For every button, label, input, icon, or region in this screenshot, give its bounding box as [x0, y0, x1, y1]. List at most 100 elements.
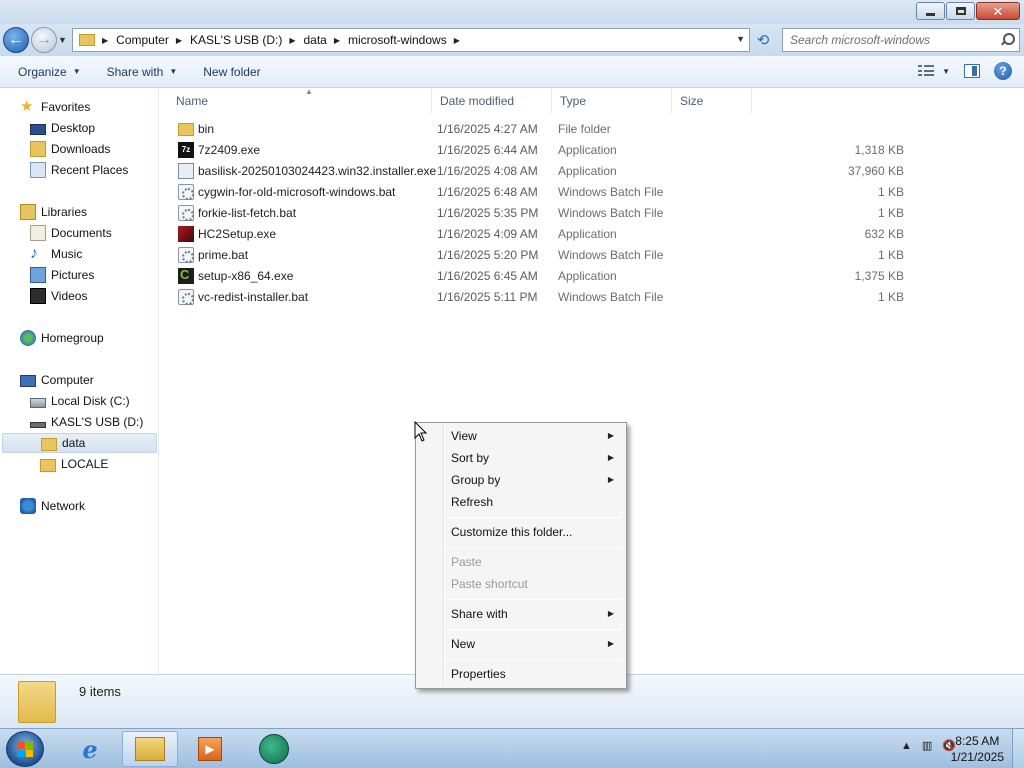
- media-player-icon: ▶: [198, 737, 222, 761]
- column-header-size[interactable]: Size: [672, 88, 752, 113]
- recent-pages-dropdown[interactable]: ▼: [58, 35, 67, 45]
- system-tray: ▲ ▥ 🔇: [901, 739, 956, 753]
- taskbar-media-player[interactable]: ▶: [182, 731, 238, 767]
- start-button[interactable]: [6, 731, 44, 767]
- menu-item-customize[interactable]: Customize this folder...: [418, 521, 624, 543]
- file-date: 1/16/2025 4:27 AM: [437, 122, 538, 136]
- table-row[interactable]: setup-x86_64.exe 1/16/2025 6:45 AM Appli…: [170, 266, 920, 287]
- refresh-button[interactable]: ⟲: [752, 29, 774, 51]
- address-bar[interactable]: ▶ Computer ▶ KASL'S USB (D:) ▶ data ▶ mi…: [72, 28, 750, 52]
- file-type: Windows Batch File: [558, 185, 664, 199]
- folder-icon: [79, 34, 95, 46]
- nav-videos[interactable]: Videos: [30, 286, 87, 306]
- table-row[interactable]: prime.bat 1/16/2025 5:20 PM Windows Batc…: [170, 245, 920, 266]
- forward-button[interactable]: →: [31, 27, 57, 53]
- column-header-date[interactable]: Date modified: [432, 88, 552, 113]
- breadcrumb-computer[interactable]: Computer: [116, 33, 169, 47]
- organize-button[interactable]: Organize ▼: [10, 65, 89, 79]
- nav-data[interactable]: data: [2, 433, 157, 453]
- nav-computer[interactable]: Computer: [20, 370, 94, 390]
- breadcrumb-arrow-icon[interactable]: ▶: [102, 36, 108, 45]
- nav-libraries[interactable]: Libraries: [20, 202, 87, 222]
- search-icon[interactable]: [999, 32, 1015, 48]
- menu-separator: [446, 599, 622, 600]
- restore-icon: [955, 7, 966, 15]
- breadcrumb-usb[interactable]: KASL'S USB (D:): [190, 33, 282, 47]
- preview-pane-icon[interactable]: [964, 64, 980, 78]
- share-with-button[interactable]: Share with ▼: [99, 65, 186, 79]
- nav-locale[interactable]: LOCALE: [40, 454, 108, 474]
- address-row: ← → ▼ ▶ Computer ▶ KASL'S USB (D:) ▶ dat…: [0, 24, 1024, 56]
- network-status-icon[interactable]: ▥: [922, 739, 932, 752]
- maximize-button[interactable]: [946, 2, 975, 20]
- file-type: File folder: [558, 122, 611, 136]
- breadcrumb-microsoft-windows[interactable]: microsoft-windows: [348, 33, 447, 47]
- file-type: Application: [558, 227, 617, 241]
- nav-local-disk[interactable]: Local Disk (C:): [30, 391, 130, 411]
- file-type: Windows Batch File: [558, 290, 664, 304]
- address-dropdown-icon[interactable]: ▼: [736, 34, 745, 44]
- cygwin-icon: [178, 267, 194, 284]
- menu-separator: [446, 517, 622, 518]
- breadcrumb-arrow-icon[interactable]: ▶: [289, 36, 295, 45]
- column-header-type[interactable]: Type: [552, 88, 672, 113]
- menu-item-refresh[interactable]: Refresh: [418, 491, 624, 513]
- menu-item-sort-by[interactable]: Sort by ▶: [418, 447, 624, 469]
- clock[interactable]: 8:25 AM 1/21/2025: [951, 733, 1004, 765]
- breadcrumb-arrow-icon[interactable]: ▶: [454, 36, 460, 45]
- nav-downloads[interactable]: Downloads: [30, 139, 110, 159]
- show-hidden-icons-icon[interactable]: ▲: [901, 740, 912, 752]
- nav-downloads-label: Downloads: [51, 142, 111, 156]
- table-row[interactable]: basilisk-20250103024423.win32.installer.…: [170, 161, 920, 182]
- nav-documents[interactable]: Documents: [30, 223, 112, 243]
- help-icon[interactable]: ?: [994, 62, 1012, 80]
- change-view-button[interactable]: ▼: [918, 65, 950, 77]
- nav-favorites[interactable]: ★ Favorites: [20, 97, 90, 117]
- menu-item-share-with[interactable]: Share with ▶: [418, 603, 624, 625]
- music-icon: ♪: [30, 245, 38, 262]
- show-desktop-button[interactable]: [1012, 729, 1024, 768]
- table-row[interactable]: forkie-list-fetch.bat 1/16/2025 5:35 PM …: [170, 203, 920, 224]
- menu-item-new[interactable]: New ▶: [418, 633, 624, 655]
- table-row[interactable]: cygwin-for-old-microsoft-windows.bat 1/1…: [170, 182, 920, 203]
- nav-usb[interactable]: KASL'S USB (D:): [30, 412, 143, 432]
- nav-desktop[interactable]: Desktop: [30, 118, 95, 138]
- menu-item-label: Refresh: [451, 495, 494, 509]
- new-folder-button[interactable]: New folder: [195, 65, 268, 79]
- downloads-icon: [30, 141, 46, 157]
- taskbar-app-green[interactable]: [246, 731, 302, 767]
- table-row[interactable]: bin 1/16/2025 4:27 AM File folder: [170, 119, 920, 140]
- menu-item-group-by[interactable]: Group by ▶: [418, 469, 624, 491]
- nav-favorites-label: Favorites: [41, 100, 91, 114]
- libraries-icon: [20, 204, 36, 220]
- table-row[interactable]: vc-redist-installer.bat 1/16/2025 5:11 P…: [170, 287, 920, 308]
- computer-icon: [20, 375, 36, 387]
- nav-homegroup[interactable]: Homegroup: [20, 328, 104, 348]
- file-date: 1/16/2025 6:44 AM: [437, 143, 538, 157]
- taskbar-internet-explorer[interactable]: e: [62, 731, 118, 767]
- close-button[interactable]: ✕: [976, 2, 1020, 20]
- menu-item-label: View: [451, 429, 477, 443]
- new-folder-label: New folder: [203, 64, 261, 79]
- breadcrumb-arrow-icon[interactable]: ▶: [176, 36, 182, 45]
- breadcrumb-arrow-icon[interactable]: ▶: [334, 36, 340, 45]
- nav-music[interactable]: ♪ Music: [30, 244, 82, 264]
- menu-item-label: Paste: [451, 555, 482, 569]
- nav-network[interactable]: Network: [20, 496, 85, 516]
- nav-pictures[interactable]: Pictures: [30, 265, 94, 285]
- breadcrumb-data[interactable]: data: [303, 33, 326, 47]
- column-size-label: Size: [680, 93, 704, 108]
- nav-homegroup-label: Homegroup: [41, 331, 104, 345]
- search-box[interactable]: Search microsoft-windows: [782, 28, 1020, 52]
- table-row[interactable]: HC2Setup.exe 1/16/2025 4:09 AM Applicati…: [170, 224, 920, 245]
- table-row[interactable]: 7z 7z2409.exe 1/16/2025 6:44 AM Applicat…: [170, 140, 920, 161]
- taskbar-windows-explorer[interactable]: [122, 731, 178, 767]
- minimize-button[interactable]: [916, 2, 945, 20]
- nav-recent-places[interactable]: Recent Places: [30, 160, 128, 180]
- column-header-name[interactable]: Name ▲: [168, 87, 432, 113]
- back-button[interactable]: ←: [3, 27, 29, 53]
- search-input[interactable]: Search microsoft-windows: [790, 33, 999, 47]
- menu-item-properties[interactable]: Properties: [418, 663, 624, 685]
- menu-item-view[interactable]: View ▶: [418, 425, 624, 447]
- file-date: 1/16/2025 5:20 PM: [437, 248, 539, 262]
